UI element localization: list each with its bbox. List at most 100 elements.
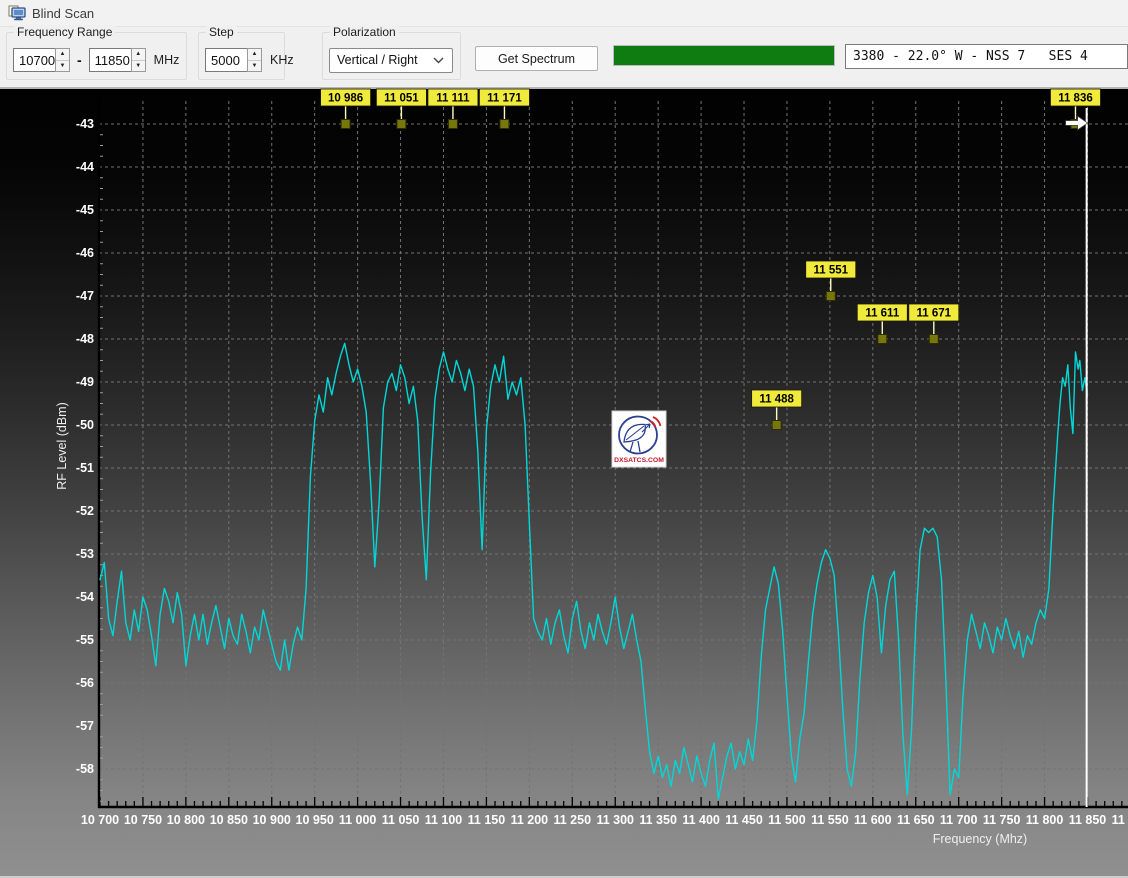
- x-tick-label: 11 250: [554, 813, 592, 827]
- x-tick-label: 10 950: [296, 813, 334, 827]
- marker-square: [341, 120, 350, 129]
- window-title: Blind Scan: [32, 6, 94, 21]
- x-tick-label: 11 700: [940, 813, 978, 827]
- transponder-marker-11111[interactable]: 11 111: [428, 89, 478, 129]
- marker-label: 11 671: [917, 308, 952, 320]
- marker-label: 11 171: [487, 93, 522, 105]
- x-axis-title: Frequency (Mhz): [933, 832, 1027, 846]
- frequency-unit-label: MHz: [154, 53, 180, 67]
- x-tick-label: 11 550: [811, 813, 849, 827]
- x-tick-label: 11 600: [854, 813, 892, 827]
- transponder-marker-11551[interactable]: 11 551: [806, 261, 856, 301]
- polarization-group-label: Polarization: [330, 25, 399, 39]
- step-group: Step ▲ ▼ KHz: [198, 32, 285, 80]
- step-group-label: Step: [206, 25, 237, 39]
- x-tick-label: 10 800: [167, 813, 205, 827]
- marker-square: [929, 335, 938, 344]
- y-tick-label: -45: [76, 203, 94, 217]
- y-tick-label: -54: [76, 590, 94, 604]
- y-tick-label: -57: [76, 719, 94, 733]
- y-tick-label: -43: [76, 117, 94, 131]
- chevron-down-icon: [433, 57, 444, 64]
- scan-progress-fill: [614, 46, 834, 65]
- titlebar: Blind Scan: [0, 0, 1128, 27]
- y-tick-label: -44: [76, 160, 94, 174]
- x-tick-label: 11 150: [468, 813, 506, 827]
- polarization-selected-value: Vertical / Right: [337, 53, 418, 67]
- y-tick-label: -48: [76, 332, 94, 346]
- y-tick-label: -58: [76, 762, 94, 776]
- marker-label: 11 551: [813, 265, 848, 277]
- spectrum-trace: [100, 343, 1088, 799]
- x-tick-label: 11 200: [511, 813, 549, 827]
- y-tick-label: -55: [76, 633, 94, 647]
- frequency-end-spin-down-icon[interactable]: ▼: [132, 60, 145, 72]
- x-tick-label: 11 750: [983, 813, 1021, 827]
- x-tick-label: 11 100: [425, 813, 463, 827]
- frequency-start-input[interactable]: [13, 48, 55, 72]
- x-tick-label: 10 700: [81, 813, 119, 827]
- frequency-start-spin-down-icon[interactable]: ▼: [56, 60, 69, 72]
- satellite-info-field[interactable]: 3380 - 22.0° W - NSS 7 SES 4: [845, 44, 1128, 69]
- transponder-marker-11171[interactable]: 11 171: [479, 89, 529, 129]
- x-tick-label: 10 750: [124, 813, 162, 827]
- marker-label: 11 611: [865, 308, 900, 320]
- step-unit-label: KHz: [270, 53, 294, 67]
- marker-label: 11 488: [759, 394, 794, 406]
- y-tick-label: -51: [76, 461, 94, 475]
- transponder-marker-11488[interactable]: 11 488: [752, 390, 802, 430]
- transponder-marker-11611[interactable]: 11 611: [857, 304, 907, 344]
- frequency-start-spin-up-icon[interactable]: ▲: [56, 49, 69, 60]
- x-tick-label: 11 400: [682, 813, 720, 827]
- x-tick-label: 10 900: [253, 813, 291, 827]
- scan-progress-bar: [613, 45, 835, 66]
- y-tick-label: -49: [76, 375, 94, 389]
- polarization-select[interactable]: Vertical / Right: [329, 48, 453, 73]
- x-tick-label: 10 850: [210, 813, 248, 827]
- x-tick-label: 11 650: [897, 813, 935, 827]
- frequency-range-group-label: Frequency Range: [14, 25, 115, 39]
- marker-label: 11 836: [1058, 93, 1093, 105]
- y-tick-label: -52: [76, 504, 94, 518]
- y-tick-label: -50: [76, 418, 94, 432]
- frequency-end-spin-up-icon[interactable]: ▲: [132, 49, 145, 60]
- x-axis-ticks: [100, 797, 1122, 807]
- y-tick-label: -46: [76, 246, 94, 260]
- transponder-marker-11671[interactable]: 11 671: [909, 304, 959, 344]
- spectrum-chart[interactable]: 10 700 10 750 10 800 10 850 10 900 10 950 11 0…: [0, 87, 1128, 878]
- marker-square: [826, 292, 835, 301]
- marker-square: [448, 120, 457, 129]
- marker-label: 11 051: [384, 93, 419, 105]
- y-tick-label: -47: [76, 289, 94, 303]
- transponder-marker-10986[interactable]: 10 986: [321, 89, 371, 129]
- marker-square: [878, 335, 887, 344]
- marker-square: [397, 120, 406, 129]
- polarization-group: Polarization Vertical / Right: [322, 32, 461, 80]
- x-tick-label: 11 850: [1069, 813, 1107, 827]
- x-tick-label: 11 800: [1026, 813, 1064, 827]
- blind-scan-app-icon: [8, 5, 26, 21]
- x-tick-label: 11 050: [382, 813, 420, 827]
- y-tick-label: -53: [76, 547, 94, 561]
- x-tick-label: 11 300: [596, 813, 634, 827]
- step-input[interactable]: [205, 48, 247, 72]
- marker-label: 10 986: [328, 93, 363, 105]
- frequency-end-input[interactable]: [89, 48, 131, 72]
- x-tick-label: 11 000: [339, 813, 377, 827]
- logo-text: DXSATCS.COM: [614, 457, 664, 464]
- step-spin-up-icon[interactable]: ▲: [248, 49, 261, 60]
- x-tick-label: 11 900: [1112, 813, 1128, 827]
- y-tick-label: -56: [76, 676, 94, 690]
- blind-scan-window: Blind Scan Frequency Range ▲ ▼ - ▲ ▼: [0, 0, 1128, 878]
- range-separator: -: [77, 52, 82, 68]
- marker-label: 11 111: [436, 93, 470, 105]
- x-tick-label: 11 450: [725, 813, 763, 827]
- marker-square: [772, 421, 781, 430]
- transponder-marker-11051[interactable]: 11 051: [376, 89, 426, 129]
- step-spin-down-icon[interactable]: ▼: [248, 60, 261, 72]
- get-spectrum-button[interactable]: Get Spectrum: [475, 46, 598, 71]
- y-axis-title: RF Level (dBm): [55, 402, 69, 490]
- frequency-range-group: Frequency Range ▲ ▼ - ▲ ▼ M: [6, 32, 187, 80]
- x-tick-label: 11 350: [639, 813, 677, 827]
- dxsatcs-logo: DXSATCS.COM: [612, 411, 666, 467]
